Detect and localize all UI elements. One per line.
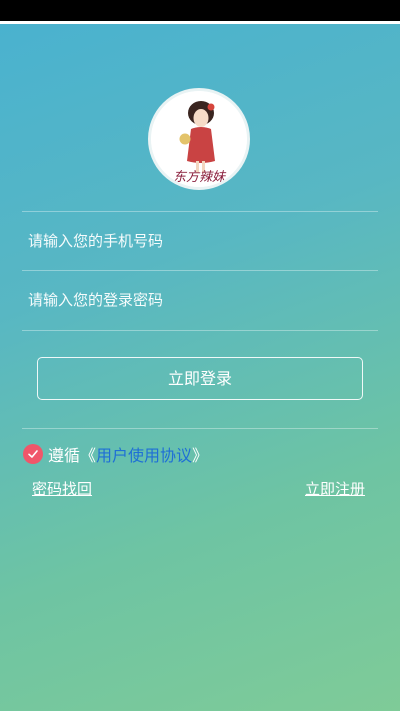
brand-logo-avatar: 东方辣妹 — [148, 88, 250, 190]
agreement-row: 遵循《 用户使用协议 》 — [23, 442, 208, 466]
register-link[interactable]: 立即注册 — [305, 478, 365, 499]
agreement-prefix: 遵循《 — [48, 446, 97, 465]
forgot-password-link[interactable]: 密码找回 — [32, 478, 92, 499]
divider — [22, 330, 378, 331]
password-input[interactable] — [28, 288, 368, 312]
user-agreement-link[interactable]: 用户使用协议 — [96, 442, 192, 466]
logo-brand-text: 东方辣妹 — [173, 170, 227, 185]
divider — [22, 211, 378, 212]
checkbox-checked[interactable] — [23, 444, 43, 464]
status-bar — [0, 0, 400, 21]
divider — [22, 428, 378, 429]
check-icon — [28, 450, 38, 458]
agreement-suffix: 》 — [192, 446, 209, 465]
lady-illustration: 东方辣妹 — [151, 91, 247, 187]
divider — [22, 270, 378, 271]
login-button[interactable]: 立即登录 — [37, 357, 363, 400]
phone-input[interactable] — [28, 229, 368, 253]
